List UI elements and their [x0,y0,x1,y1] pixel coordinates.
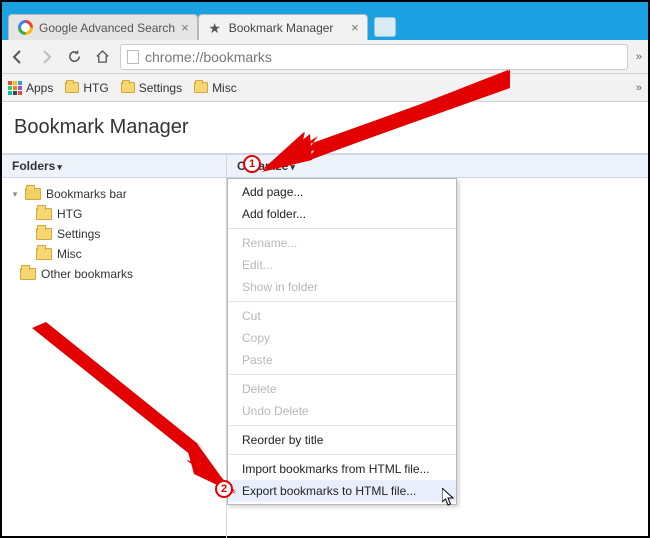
menu-item-paste: Paste [228,349,456,371]
folder-icon [36,248,52,260]
menu-item-show-in-folder: Show in folder [228,276,456,298]
menu-separator [228,301,456,302]
bookmarks-list-area: Add page... Add folder... Rename... Edit… [227,178,648,538]
tree-label: Other bookmarks [41,267,133,281]
organize-dropdown-menu: Add page... Add folder... Rename... Edit… [227,178,457,505]
menu-separator [228,454,456,455]
menu-item-cut: Cut [228,305,456,327]
bookmarks-overflow-chevron-icon[interactable]: » [636,82,642,94]
menu-item-export-bookmarks[interactable]: Export bookmarks to HTML file... [228,480,456,502]
tab-bookmark-manager[interactable]: ★ Bookmark Manager × [198,14,368,40]
forward-arrow-icon [38,49,54,65]
close-icon[interactable]: × [351,20,359,35]
annotation-arrow-2 [28,322,238,502]
bookmark-label: Settings [139,81,182,95]
forward-button[interactable] [36,47,56,67]
tree-label: HTG [57,207,82,221]
tree-item-htg[interactable]: HTG [6,204,222,224]
tree-item-misc[interactable]: Misc [6,244,222,264]
star-icon: ★ [207,20,223,36]
apps-grid-icon [8,81,22,95]
folder-icon [36,228,52,240]
tree-item-settings[interactable]: Settings [6,224,222,244]
folder-icon [36,208,52,220]
tree-label: Bookmarks bar [46,187,127,201]
folder-open-icon [25,188,41,200]
folder-icon [65,82,79,93]
menu-item-copy: Copy [228,327,456,349]
home-button[interactable] [92,47,112,67]
close-icon[interactable]: × [181,20,189,35]
annotation-marker-2: 2 [215,480,233,498]
menu-separator [228,374,456,375]
window-titlebar [2,2,648,12]
back-button[interactable] [8,47,28,67]
page-icon [127,50,139,64]
annotation-arrow-1-shape [262,66,512,176]
menu-separator [228,228,456,229]
menu-item-rename: Rename... [228,232,456,254]
annotation-marker-1: 1 [243,155,261,173]
tree-item-bookmarks-bar[interactable]: ▾ Bookmarks bar [6,184,222,204]
menu-item-add-folder[interactable]: Add folder... [228,203,456,225]
tab-google-advanced-search[interactable]: Google Advanced Search × [8,14,198,40]
bookmark-label: Misc [212,81,237,95]
google-favicon-icon [17,20,33,36]
new-tab-button[interactable] [374,17,396,37]
menu-item-edit: Edit... [228,254,456,276]
folders-label: Folders [12,159,55,173]
folder-icon [20,268,36,280]
bookmark-folder-htg[interactable]: HTG [65,81,108,95]
menu-item-delete: Delete [228,378,456,400]
menu-separator [228,425,456,426]
folder-icon [194,82,208,93]
menu-item-import-bookmarks[interactable]: Import bookmarks from HTML file... [228,458,456,480]
back-arrow-icon [10,49,26,65]
reload-icon [67,49,82,64]
tab-title: Google Advanced Search [39,21,175,35]
bookmark-label: HTG [83,81,108,95]
overflow-chevron-icon[interactable]: » [636,51,642,63]
bookmark-folder-misc[interactable]: Misc [194,81,237,95]
home-icon [95,49,110,64]
tab-strip: Google Advanced Search × ★ Bookmark Mana… [2,12,648,40]
tree-label: Settings [57,227,100,241]
tab-title: Bookmark Manager [229,21,345,35]
folder-icon [121,82,135,93]
tree-label: Misc [57,247,82,261]
menu-item-add-page[interactable]: Add page... [228,181,456,203]
reload-button[interactable] [64,47,84,67]
folders-column-header[interactable]: Folders▾ [2,155,227,177]
url-text: chrome://bookmarks [145,49,272,65]
apps-shortcut[interactable]: Apps [8,81,53,95]
mouse-cursor-icon [442,488,456,508]
caret-down-icon: ▾ [57,162,62,172]
menu-item-undo-delete: Undo Delete [228,400,456,422]
apps-label: Apps [26,81,53,95]
menu-item-reorder-by-title[interactable]: Reorder by title [228,429,456,451]
disclosure-triangle-icon[interactable]: ▾ [10,189,20,200]
bookmark-folder-settings[interactable]: Settings [121,81,182,95]
tree-item-other-bookmarks[interactable]: Other bookmarks [6,264,222,284]
